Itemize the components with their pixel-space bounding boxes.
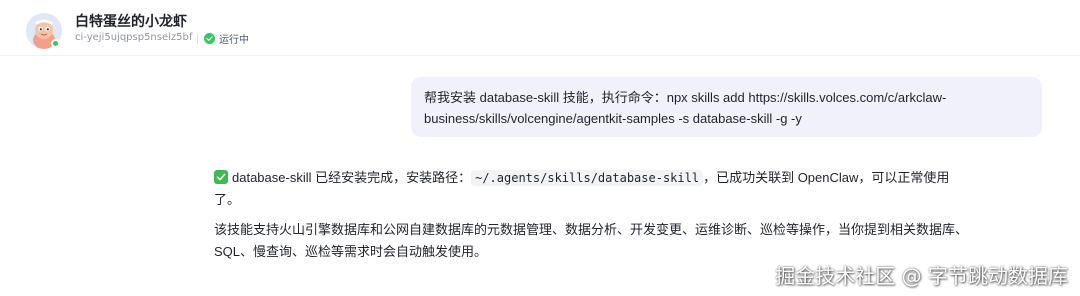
install-path-code: ~/.agents/skills/database-skill xyxy=(471,170,704,186)
user-message-line: 帮我安装 database-skill 技能，执行命令：npx skills a… xyxy=(424,90,947,105)
header-divider xyxy=(197,34,198,44)
watermark-text: 掘金技术社区 @ 字节跳动数据库 xyxy=(775,264,1068,288)
check-circle-icon xyxy=(204,33,215,44)
online-indicator xyxy=(51,39,60,48)
assistant-message-paragraph: database-skill 已经安装完成，安装路径： ~/.agents/ski… xyxy=(214,167,1034,211)
assistant-message-line: database-skill 已经安装完成，安装路径： ~/.agents/ski… xyxy=(214,167,1034,189)
assistant-text: ，已成功关联到 OpenClaw，可以正常使用 xyxy=(703,170,950,185)
assistant-message-paragraph: 该技能支持火山引擎数据库和公网自建数据库的元数据管理、数据分析、开发变更、运维诊… xyxy=(214,219,1034,263)
chat-header: 白特蛋丝的小龙虾 ci-yeji5ujqpsp5nseiz5bf 运行中 xyxy=(0,0,1080,56)
agent-name: 白特蛋丝的小龙虾 xyxy=(75,14,187,30)
assistant-message-line: 该技能支持火山引擎数据库和公网自建数据库的元数据管理、数据分析、开发变更、运维诊… xyxy=(214,222,969,237)
assistant-text: database-skill 已经安装完成，安装路径： xyxy=(232,170,472,185)
assistant-message-line: 了。 xyxy=(214,192,241,207)
user-message-bubble: 帮我安装 database-skill 技能，执行命令：npx skills a… xyxy=(411,77,1042,137)
status-badge: 运行中 xyxy=(204,31,249,46)
status-text: 运行中 xyxy=(219,35,249,46)
agent-id: ci-yeji5ujqpsp5nseiz5bf xyxy=(75,32,193,43)
user-message-line: business/skills/volcengine/agentkit-samp… xyxy=(424,111,802,126)
check-mark-icon xyxy=(214,170,228,184)
